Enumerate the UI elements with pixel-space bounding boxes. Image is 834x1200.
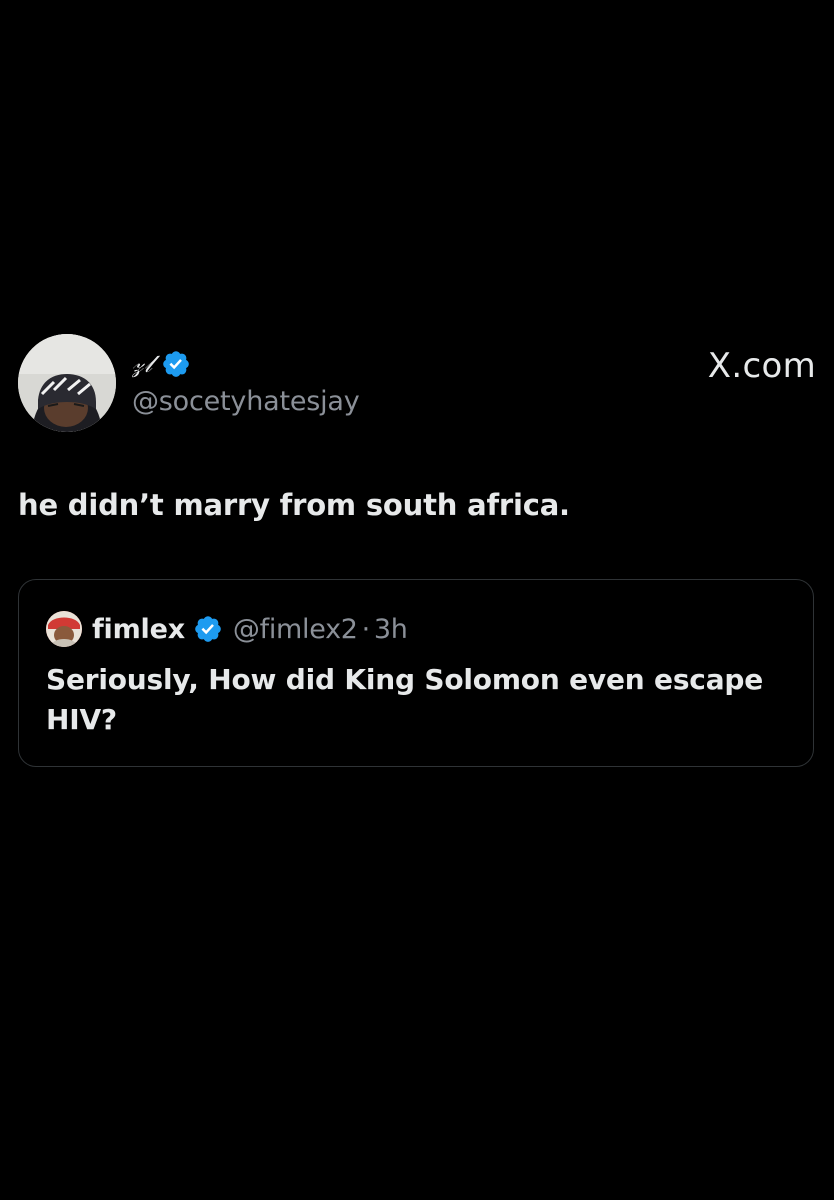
tweet-text: he didn’t marry from south africa. <box>18 488 570 522</box>
quoted-tweet-timestamp[interactable]: 3h <box>374 614 408 645</box>
verified-badge-icon <box>193 614 223 644</box>
author-name-row: 𝓏𝓁 <box>132 348 191 380</box>
verified-badge-icon <box>161 349 191 379</box>
tweet-header: 𝓏𝓁 @socetyhatesjay X.com <box>18 334 816 434</box>
meta-separator: · <box>361 613 371 645</box>
quoted-tweet-header: fimlex @fimlex2 · 3h <box>46 610 408 648</box>
quoted-tweet-card[interactable]: fimlex @fimlex2 · 3h Seriously, How did … <box>18 579 814 767</box>
author-avatar[interactable] <box>18 334 116 432</box>
author-display-name[interactable]: 𝓏𝓁 <box>132 350 153 378</box>
avatar-photo-icon <box>46 611 82 647</box>
x-brand-label: X.com <box>707 346 816 386</box>
quoted-author-avatar[interactable] <box>46 611 82 647</box>
quoted-author-handle[interactable]: @fimlex2 <box>233 614 358 645</box>
quoted-tweet-text: Seriously, How did King Solomon even esc… <box>46 663 764 736</box>
author-handle[interactable]: @socetyhatesjay <box>132 386 360 417</box>
quoted-author-name[interactable]: fimlex <box>92 614 185 645</box>
avatar-photo-icon <box>18 334 116 432</box>
